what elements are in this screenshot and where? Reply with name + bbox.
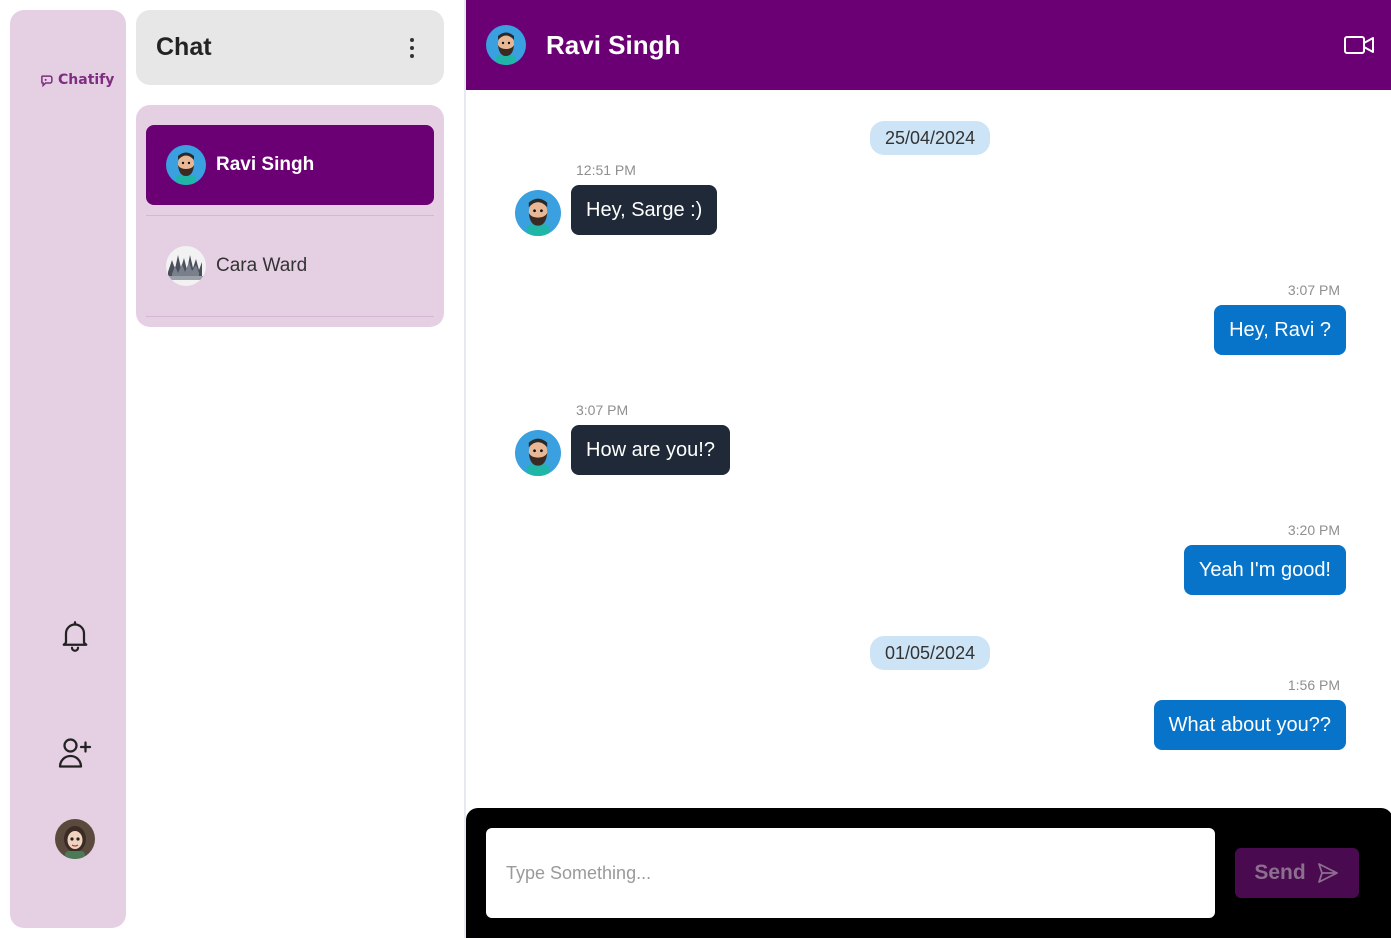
message-time: 3:20 PM: [1287, 522, 1340, 538]
user-avatar-icon: [55, 819, 95, 859]
bell-icon: [62, 621, 88, 652]
avatar: [166, 246, 206, 286]
send-icon: [1317, 863, 1338, 883]
date-separator: 25/04/2024: [870, 121, 991, 155]
send-label: Send: [1254, 861, 1306, 884]
message-composer: Send: [466, 808, 1391, 938]
user-avatar-icon: [166, 145, 206, 185]
side-rail: Chatify: [10, 10, 126, 928]
outgoing-message[interactable]: Hey, Ravi ?: [1214, 305, 1346, 355]
outgoing-message[interactable]: Yeah I'm good!: [1183, 545, 1346, 595]
chat-list-item-cara-ward[interactable]: Cara Ward: [146, 226, 434, 306]
add-friend-button[interactable]: [50, 728, 100, 778]
divider: [146, 215, 434, 216]
video-camera-icon[interactable]: [1343, 31, 1375, 59]
app-logo[interactable]: Chatify: [40, 72, 114, 88]
avatar: [166, 145, 206, 185]
message-input[interactable]: [486, 828, 1215, 918]
send-button[interactable]: Send: [1235, 848, 1359, 898]
message-time: 12:51 PM: [576, 162, 636, 178]
add-user-icon: [58, 738, 92, 768]
chat-bubble-icon: [41, 74, 53, 87]
chat-list: Ravi Singh Cara Ward: [136, 105, 444, 327]
incoming-message[interactable]: How are you!?: [571, 425, 730, 475]
conversation-panel: Ravi Singh 25/04/2024 12:51 PM Hey, Sarg…: [464, 0, 1391, 938]
notifications-button[interactable]: [50, 610, 100, 660]
user-avatar-icon: [166, 246, 206, 286]
outgoing-message[interactable]: What about you??: [1153, 700, 1346, 750]
conversation-title: Ravi Singh: [546, 29, 681, 60]
avatar: [515, 190, 561, 236]
incoming-message[interactable]: Hey, Sarge :): [571, 185, 718, 235]
contact-name: Ravi Singh: [216, 154, 315, 175]
message-time: 1:56 PM: [1287, 677, 1340, 693]
message-time: 3:07 PM: [576, 402, 629, 418]
conversation-header: Ravi Singh: [466, 0, 1391, 90]
chat-list-item-ravi-singh[interactable]: Ravi Singh: [146, 125, 434, 205]
divider: [146, 316, 434, 317]
message-list: 25/04/2024 12:51 PM Hey, Sarge :) 3:07 P…: [466, 90, 1391, 808]
my-profile-avatar[interactable]: [55, 819, 95, 859]
message-time: 3:07 PM: [1287, 282, 1340, 298]
contact-name: Cara Ward: [216, 255, 308, 276]
date-separator: 01/05/2024: [870, 636, 991, 670]
user-avatar-icon: [515, 190, 561, 236]
more-options-icon[interactable]: [402, 34, 422, 62]
chat-list-header: Chat: [136, 10, 444, 85]
avatar: [515, 430, 561, 476]
chat-list-title: Chat: [156, 33, 212, 61]
user-avatar-icon: [486, 25, 526, 65]
avatar[interactable]: [486, 25, 526, 65]
user-avatar-icon: [515, 430, 561, 476]
logo-text: Chatify: [58, 72, 115, 88]
